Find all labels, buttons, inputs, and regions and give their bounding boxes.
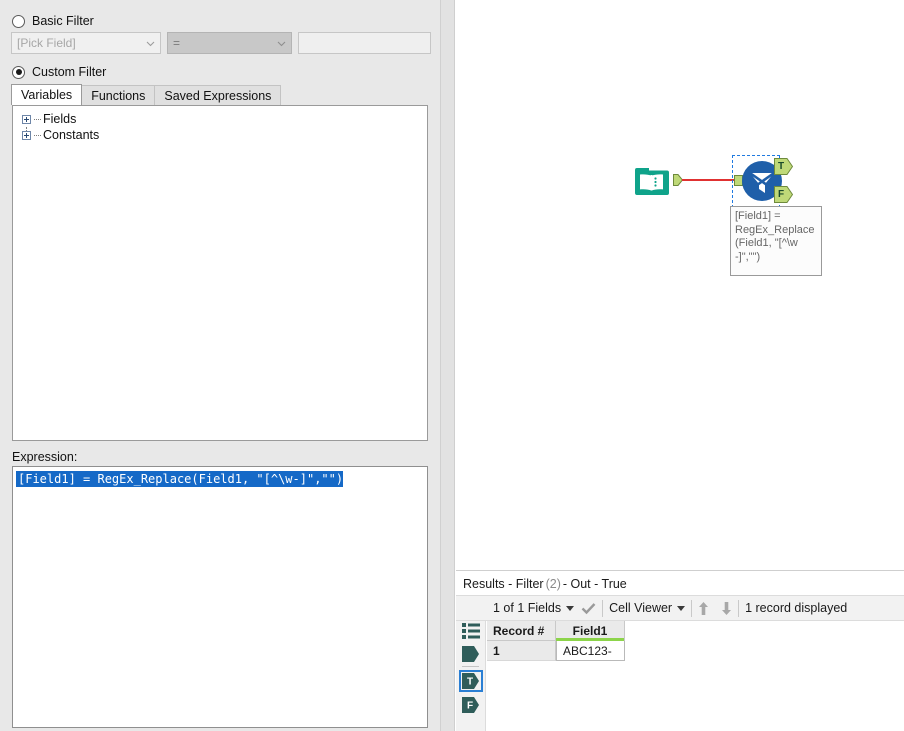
operand-input[interactable]: [298, 32, 431, 54]
custom-filter-label: Custom Filter: [32, 65, 106, 79]
sidebar-divider: [462, 666, 479, 667]
alteryx-window: Basic Filter [Pick Field] = Custom Filte: [0, 0, 904, 731]
filter-configuration-panel: Basic Filter [Pick Field] = Custom Filte: [0, 0, 440, 731]
expand-plus-icon[interactable]: [22, 115, 31, 124]
custom-filter-radio[interactable]: [12, 66, 25, 79]
pick-field-value: [Pick Field]: [17, 36, 76, 50]
true-flag-icon: T: [461, 672, 481, 690]
record-count-label: 1 record displayed: [739, 595, 853, 621]
expand-plus-icon[interactable]: [22, 131, 31, 140]
results-title-suffix: - Out - True: [563, 577, 627, 591]
input-data-tool-icon[interactable]: [634, 162, 670, 198]
column-header-record[interactable]: Record #: [487, 621, 556, 641]
expression-text[interactable]: [Field1] = RegEx_Replace(Field1, "[^\w-]…: [16, 471, 343, 487]
tab-functions[interactable]: Functions: [81, 85, 155, 105]
chevron-down-icon: [566, 606, 574, 611]
chevron-down-icon: [277, 39, 286, 48]
connection-line[interactable]: [682, 179, 735, 181]
basic-filter-label: Basic Filter: [32, 14, 94, 28]
variables-tree[interactable]: Fields Constants: [12, 105, 428, 441]
basic-filter-radio[interactable]: [12, 15, 25, 28]
results-sidebar: T F: [456, 621, 486, 731]
expression-editor[interactable]: [Field1] = RegEx_Replace(Field1, "[^\w-]…: [12, 466, 428, 728]
results-panel: Results - Filter (2) - Out - True 1 of 1…: [456, 570, 904, 731]
string-type-indicator: [556, 638, 624, 641]
filter-true-output-port[interactable]: T: [774, 158, 793, 175]
false-port-label: F: [774, 186, 788, 203]
panel-splitter[interactable]: [440, 0, 455, 731]
svg-text:F: F: [467, 701, 473, 712]
table-row[interactable]: 1 ABC123-: [487, 641, 904, 661]
output-flag-icon[interactable]: [461, 645, 481, 663]
pick-field-dropdown[interactable]: [Pick Field]: [11, 32, 161, 54]
expression-label: Expression:: [12, 450, 77, 464]
expression-tabs: Variables Functions Saved Expressions: [11, 85, 280, 105]
chevron-down-icon: [677, 606, 685, 611]
cell-field1-value[interactable]: ABC123-: [556, 640, 625, 661]
tool-annotation[interactable]: [Field1] = RegEx_Replace (Field1, "[^\w …: [730, 206, 822, 276]
results-title-id: (2): [544, 577, 563, 591]
chevron-down-icon: [146, 39, 155, 48]
tree-item-label: Fields: [43, 112, 76, 126]
fields-selector-label: 1 of 1 Fields: [493, 601, 561, 615]
list-view-icon[interactable]: [461, 622, 481, 640]
grid-header-row: Record # Field1: [487, 621, 904, 641]
operator-dropdown[interactable]: =: [167, 32, 292, 54]
scroll-down-button[interactable]: [715, 595, 738, 621]
results-grid[interactable]: Record # Field1 1 ABC123-: [487, 621, 904, 731]
arrow-up-icon: [698, 601, 709, 616]
tree-connector: [34, 135, 41, 136]
results-toolbar: 1 of 1 Fields Cell Viewer: [456, 595, 904, 621]
column-header-field1-label: Field1: [573, 624, 608, 638]
custom-filter-radio-row[interactable]: Custom Filter: [12, 65, 106, 79]
operator-value: =: [173, 36, 180, 50]
true-port-label: T: [774, 158, 788, 175]
column-header-field1[interactable]: Field1: [556, 621, 625, 641]
tab-variables[interactable]: Variables: [11, 84, 82, 105]
results-tab-true[interactable]: T: [459, 670, 483, 692]
tree-item-fields[interactable]: Fields: [13, 111, 427, 127]
results-title-prefix: Results - Filter: [463, 577, 544, 591]
check-icon[interactable]: [581, 602, 596, 615]
scroll-up-button[interactable]: [692, 595, 715, 621]
cell-record-number: 1: [487, 641, 556, 661]
toolbar-grip: [456, 595, 487, 621]
fields-selector[interactable]: 1 of 1 Fields: [487, 595, 602, 621]
tree-connector: [34, 119, 41, 120]
tab-saved-expressions[interactable]: Saved Expressions: [154, 85, 281, 105]
results-title-bar: Results - Filter (2) - Out - True: [456, 573, 904, 595]
tree-item-constants[interactable]: Constants: [13, 127, 427, 143]
cell-viewer-label: Cell Viewer: [609, 601, 672, 615]
filter-false-output-port[interactable]: F: [774, 186, 793, 203]
tree-item-label: Constants: [43, 128, 99, 142]
svg-text:T: T: [467, 677, 473, 688]
cell-viewer-dropdown[interactable]: Cell Viewer: [603, 595, 691, 621]
arrow-down-icon: [721, 601, 732, 616]
basic-filter-controls: [Pick Field] =: [11, 32, 433, 54]
results-tab-false[interactable]: F: [461, 696, 481, 714]
basic-filter-radio-row[interactable]: Basic Filter: [12, 14, 94, 28]
workflow-canvas[interactable]: T F [Field1] = RegEx_Replace (Field1, "[…: [456, 0, 904, 570]
